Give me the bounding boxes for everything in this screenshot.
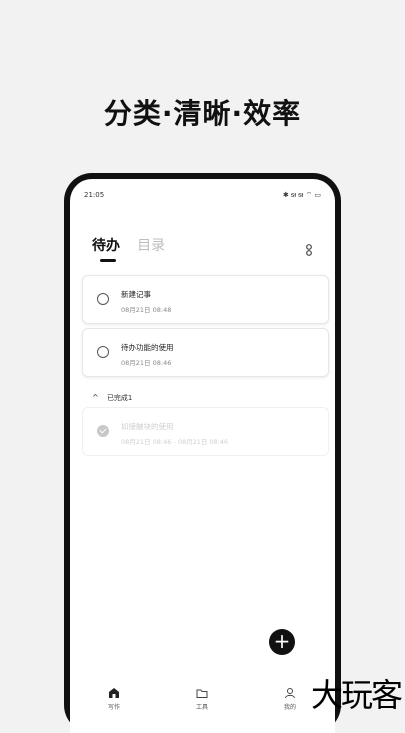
chevron-up-icon: ^ <box>92 393 99 402</box>
add-button[interactable]: + <box>269 629 295 655</box>
completed-section-label: 已完成1 <box>106 394 133 402</box>
tab-catalog[interactable]: 目录 <box>137 235 165 255</box>
headline: 分类·清晰·效率 <box>103 97 302 130</box>
home-icon <box>109 688 119 698</box>
user-icon <box>285 688 295 699</box>
tab-todo[interactable]: 待办 <box>92 235 120 255</box>
checkbox-icon[interactable] <box>97 293 109 305</box>
nav-item-mine[interactable]: 我的 <box>270 687 310 711</box>
more-icon[interactable] <box>305 241 313 256</box>
nav-item-write[interactable]: 写作 <box>94 687 134 711</box>
todo-time: 08月21日 08:46 - 08月21日 08:46 <box>121 438 229 446</box>
status-icons: ✱ ᵴᵼ ᵴᵼ ⌔ ▭ <box>282 191 321 199</box>
tab-bar: 待办 目录 <box>92 235 177 263</box>
bottom-nav: 写作 工具 我的 <box>70 677 335 733</box>
nav-label-tools: 工具 <box>195 704 208 711</box>
completed-card[interactable]: 如接触块的使用 08月21日 08:46 - 08月21日 08:46 <box>82 407 329 456</box>
todo-time: 08月21日 08:46 <box>121 359 172 367</box>
nav-label-write: 写作 <box>107 704 120 711</box>
nav-label-mine: 我的 <box>283 704 296 711</box>
folder-icon <box>196 689 208 698</box>
todo-card[interactable]: 新建记事 08月21日 08:48 <box>82 275 329 324</box>
checked-icon[interactable] <box>97 425 109 437</box>
status-bar: 21:05 ✱ ᵴᵼ ᵴᵼ ⌔ ▭ <box>84 191 321 203</box>
phone-frame: 21:05 ✱ ᵴᵼ ᵴᵼ ⌔ ▭ 待办 目录 新建记事 08月21日 08:4… <box>64 173 341 733</box>
todo-card[interactable]: 待办功能的使用 08月21日 08:46 <box>82 328 329 377</box>
tab-indicator <box>100 259 116 262</box>
watermark-logo: 大玩客 <box>310 676 403 714</box>
todo-title: 新建记事 <box>121 290 151 299</box>
status-time: 21:05 <box>84 191 105 199</box>
todo-time: 08月21日 08:48 <box>121 306 172 314</box>
todo-title: 待办功能的使用 <box>121 343 174 352</box>
nav-item-tools[interactable]: 工具 <box>182 687 222 711</box>
checkbox-icon[interactable] <box>97 346 109 358</box>
todo-title: 如接触块的使用 <box>121 422 174 431</box>
completed-section-toggle[interactable]: ^ 已完成1 <box>92 393 132 403</box>
app-screen: 21:05 ✱ ᵴᵼ ᵴᵼ ⌔ ▭ 待办 目录 新建记事 08月21日 08:4… <box>70 179 335 733</box>
